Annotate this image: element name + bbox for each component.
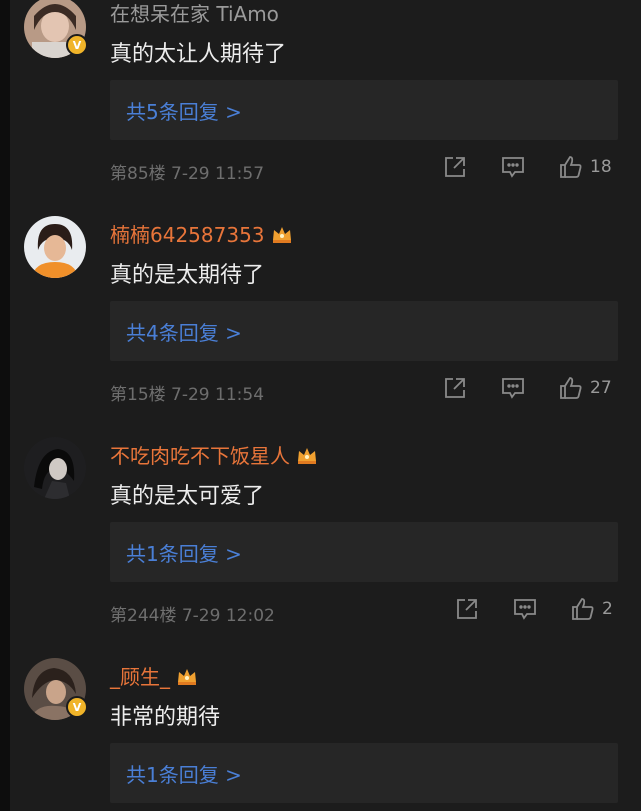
share-button[interactable] <box>442 154 468 180</box>
like-button[interactable]: 18 <box>558 154 612 180</box>
like-button[interactable]: 27 <box>558 375 612 401</box>
comment-text: 真的是太期待了 <box>110 263 265 288</box>
comment-button[interactable] <box>512 596 538 622</box>
like-count: 27 <box>590 378 612 398</box>
like-count: 2 <box>602 599 613 619</box>
crown-icon <box>178 668 196 685</box>
like-icon <box>572 598 594 620</box>
replies-link[interactable]: 共1条回复 > <box>110 743 618 803</box>
share-icon <box>457 599 477 619</box>
comment-button[interactable] <box>500 375 526 401</box>
crown-icon <box>298 447 316 464</box>
left-edge <box>0 0 10 811</box>
username[interactable]: 楠楠642587353 <box>110 219 293 248</box>
replies-link[interactable]: 共5条回复 > <box>110 80 618 140</box>
avatar-image <box>24 437 86 499</box>
replies-label: 共4条回复 > <box>126 320 242 345</box>
username[interactable]: 不吃肉吃不下饭星人 <box>110 440 318 469</box>
share-button[interactable] <box>442 375 468 401</box>
avatar[interactable]: V <box>24 658 88 720</box>
comment-icon <box>502 157 524 178</box>
replies-label: 共5条回复 > <box>126 99 242 124</box>
username-label: 楠楠642587353 <box>110 223 265 247</box>
floor-time: 第15楼 7-29 11:54 <box>110 385 265 405</box>
username-label: 在想呆在家 TiAmo <box>110 2 279 26</box>
verified-badge-icon: V <box>66 34 88 56</box>
comment-text: 非常的期待 <box>110 705 221 730</box>
comment-icon <box>502 378 524 399</box>
comment-actions: 27 <box>442 375 612 401</box>
avatar[interactable] <box>24 437 86 499</box>
replies-link[interactable]: 共1条回复 > <box>110 522 618 582</box>
comment-text: 真的是太可爱了 <box>110 484 265 509</box>
avatar[interactable] <box>24 216 86 278</box>
share-icon <box>445 378 465 398</box>
username[interactable]: _顾生_ <box>110 661 198 690</box>
like-icon <box>560 156 582 178</box>
comment-actions: 2 <box>454 596 613 622</box>
replies-label: 共1条回复 > <box>126 762 242 787</box>
floor-time: 第85楼 7-29 11:57 <box>110 164 265 184</box>
like-count: 18 <box>590 157 612 177</box>
share-button[interactable] <box>454 596 480 622</box>
avatar-image <box>24 216 86 278</box>
like-icon <box>560 377 582 399</box>
comment-feed: V 在想呆在家 TiAmo 真的太让人期待了 共5条回复 > 第85楼 7-29… <box>0 0 641 811</box>
username-label: _顾生_ <box>110 665 170 689</box>
like-button[interactable]: 2 <box>570 596 613 622</box>
share-icon <box>445 157 465 177</box>
replies-link[interactable]: 共4条回复 > <box>110 301 618 361</box>
avatar[interactable]: V <box>24 0 88 58</box>
comment-actions: 18 <box>442 154 612 180</box>
floor-time: 第244楼 7-29 12:02 <box>110 606 275 626</box>
verified-badge-icon: V <box>66 696 88 718</box>
comment-button[interactable] <box>500 154 526 180</box>
comment-icon <box>514 599 536 620</box>
username-label: 不吃肉吃不下饭星人 <box>110 444 290 468</box>
username[interactable]: 在想呆在家 TiAmo <box>110 0 279 27</box>
comment-text: 真的太让人期待了 <box>110 42 287 67</box>
replies-label: 共1条回复 > <box>126 541 242 566</box>
crown-icon <box>272 226 291 243</box>
